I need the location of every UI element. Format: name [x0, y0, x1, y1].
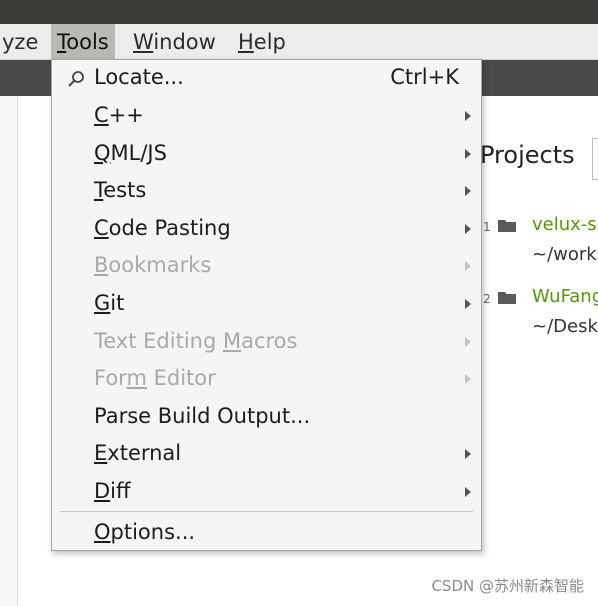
menu-item-label: External — [94, 441, 182, 465]
recent-project-number: 1 — [483, 220, 491, 234]
menu-item-label: Options... — [94, 520, 196, 544]
recent-project-name[interactable]: velux-sr — [532, 214, 598, 235]
submenu-arrow-icon — [465, 224, 471, 234]
menu-item-qmljs[interactable]: QML/JS — [52, 136, 481, 173]
menu-item-options[interactable]: Options... — [52, 515, 481, 552]
menu-separator — [60, 511, 473, 512]
submenu-arrow-icon — [465, 487, 471, 497]
menu-item-label: Text Editing Macros — [94, 329, 298, 353]
recent-project-name[interactable]: WuFang — [532, 286, 598, 307]
menu-item-bookmarks: Bookmarks — [52, 248, 481, 285]
menu-tools[interactable]: Tools — [51, 24, 115, 60]
menu-item-form-editor: Form Editor — [52, 361, 481, 398]
folder-icon — [498, 292, 516, 304]
window-title-bar — [0, 0, 598, 24]
recent-project-item[interactable]: 1 velux-sr ~/works — [480, 214, 598, 274]
submenu-arrow-icon — [465, 186, 471, 196]
menu-item-git[interactable]: Git — [52, 286, 481, 323]
recent-project-path: ~/Deskt — [532, 316, 598, 337]
recent-project-number: 2 — [483, 292, 491, 306]
recent-project-path: ~/works — [532, 244, 598, 265]
menu-item-shortcut: Ctrl+K — [390, 65, 459, 89]
projects-button[interactable] — [592, 138, 598, 180]
menu-window[interactable]: Window — [127, 24, 222, 60]
menu-item-label: Code Pasting — [94, 216, 231, 240]
submenu-arrow-icon — [465, 449, 471, 459]
submenu-arrow-icon — [465, 337, 471, 347]
menu-item-label: Tests — [94, 178, 147, 202]
mode-sidebar — [0, 96, 18, 606]
menu-item-label: Locate... — [94, 65, 184, 89]
recent-project-item[interactable]: 2 WuFang ~/Deskt — [480, 286, 598, 346]
menu-item-label: Parse Build Output... — [94, 404, 311, 428]
menu-item-diff[interactable]: Diff — [52, 474, 481, 511]
menu-item-text-editing-macros: Text Editing Macros — [52, 324, 481, 361]
submenu-arrow-icon — [465, 261, 471, 271]
menu-item-code-pasting[interactable]: Code Pasting — [52, 211, 481, 248]
watermark: CSDN @苏州新森智能 — [431, 577, 584, 595]
search-icon — [68, 71, 84, 87]
menu-item-tests[interactable]: Tests — [52, 173, 481, 210]
submenu-arrow-icon — [465, 111, 471, 121]
menu-analyze[interactable]: yze — [0, 24, 44, 60]
menu-item-label: Git — [94, 291, 125, 315]
submenu-arrow-icon — [465, 374, 471, 384]
menu-item-label: Bookmarks — [94, 253, 212, 277]
menu-item-label: Diff — [94, 479, 131, 503]
menu-bar: yze Tools Window Help — [0, 24, 598, 60]
projects-title: Projects — [480, 141, 575, 169]
menu-item-external[interactable]: External — [52, 436, 481, 473]
submenu-arrow-icon — [465, 149, 471, 159]
menu-item-cpp[interactable]: C++ — [52, 98, 481, 135]
menu-item-parse-build-output[interactable]: Parse Build Output... — [52, 399, 481, 436]
submenu-arrow-icon — [465, 299, 471, 309]
menu-item-locate[interactable]: Locate... Ctrl+K — [52, 60, 481, 97]
menu-item-label: C++ — [94, 103, 144, 127]
folder-icon — [498, 220, 516, 232]
tools-dropdown-menu: Locate... Ctrl+K C++ QML/JS Tests Code P… — [51, 59, 482, 551]
menu-item-label: Form Editor — [94, 366, 216, 390]
menu-help[interactable]: Help — [232, 24, 292, 60]
menu-item-label: QML/JS — [94, 141, 167, 165]
